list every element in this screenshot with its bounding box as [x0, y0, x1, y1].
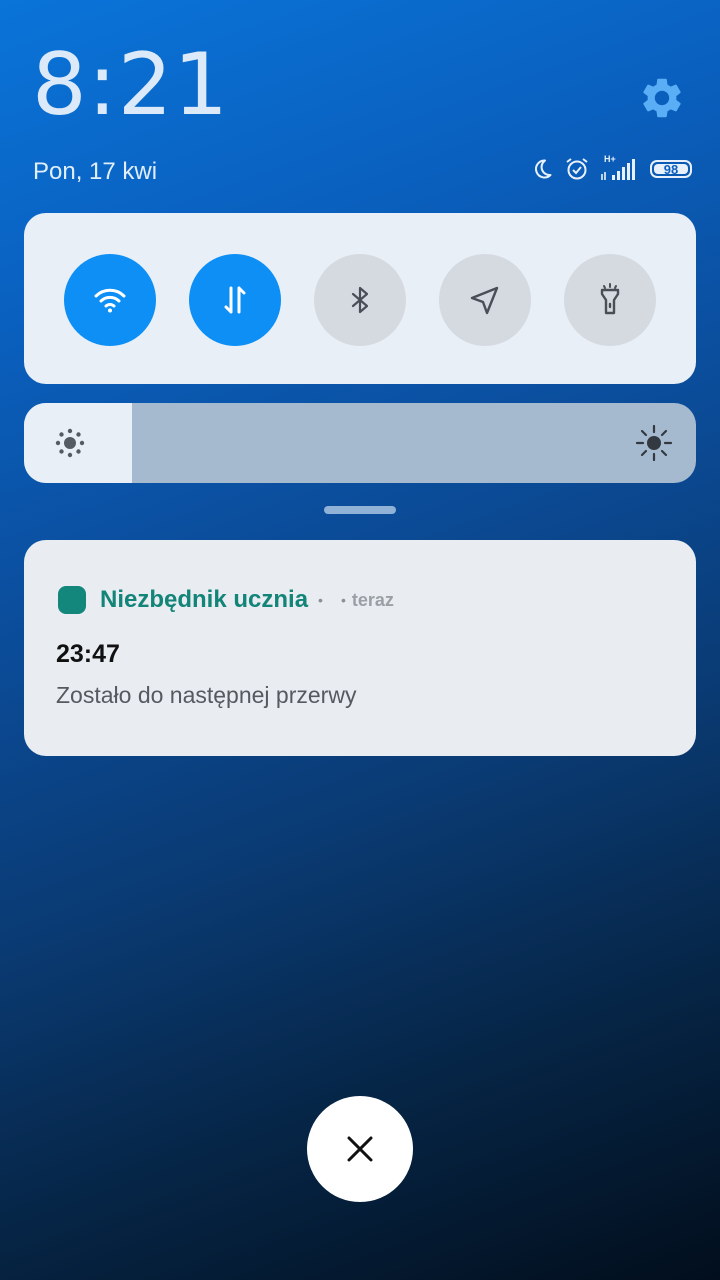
- close-icon: [347, 1136, 373, 1162]
- status-icons: H+ 98: [530, 154, 692, 182]
- clear-notifications-button[interactable]: [307, 1096, 413, 1202]
- brightness-high-icon: [635, 424, 673, 462]
- signal-icon: H+: [600, 154, 640, 182]
- notification-title: 23:47: [56, 640, 120, 668]
- location-arrow-icon: [470, 286, 499, 315]
- notification-header: Niezbędnik ucznia • • teraz: [58, 586, 394, 614]
- date: Pon, 17 kwi: [33, 158, 158, 185]
- moon-icon: [535, 159, 552, 179]
- battery-icon: 98: [650, 160, 692, 178]
- notification-app-name: Niezbędnik ucznia: [100, 586, 309, 613]
- alarm-icon: [566, 158, 588, 180]
- wifi-icon: [94, 288, 126, 313]
- app-icon: [58, 586, 86, 614]
- flashlight-toggle[interactable]: [564, 254, 656, 346]
- notification-time: teraz: [351, 589, 394, 610]
- mobile-data-toggle[interactable]: [189, 254, 281, 346]
- data-transfer-icon: [224, 286, 246, 314]
- location-toggle[interactable]: [439, 254, 531, 346]
- brightness-slider[interactable]: [24, 403, 696, 483]
- battery-level: 98: [663, 161, 679, 177]
- settings-button[interactable]: [638, 74, 686, 122]
- separator-dot: •: [318, 592, 323, 608]
- notification-text: Zostało do następnej przerwy: [56, 682, 357, 708]
- separator-dot: •: [340, 592, 346, 608]
- bluetooth-icon: [351, 286, 369, 314]
- brightness-low-icon: [55, 428, 85, 458]
- clock: 8:21: [32, 35, 230, 135]
- bluetooth-toggle[interactable]: [314, 254, 406, 346]
- panel-drag-handle[interactable]: [324, 506, 396, 514]
- wifi-toggle[interactable]: [64, 254, 156, 346]
- gear-icon: [643, 78, 681, 118]
- notification-card[interactable]: Niezbędnik ucznia • • teraz 23:47 Został…: [24, 540, 696, 756]
- flashlight-icon: [600, 283, 620, 315]
- quick-settings-panel: [24, 213, 696, 384]
